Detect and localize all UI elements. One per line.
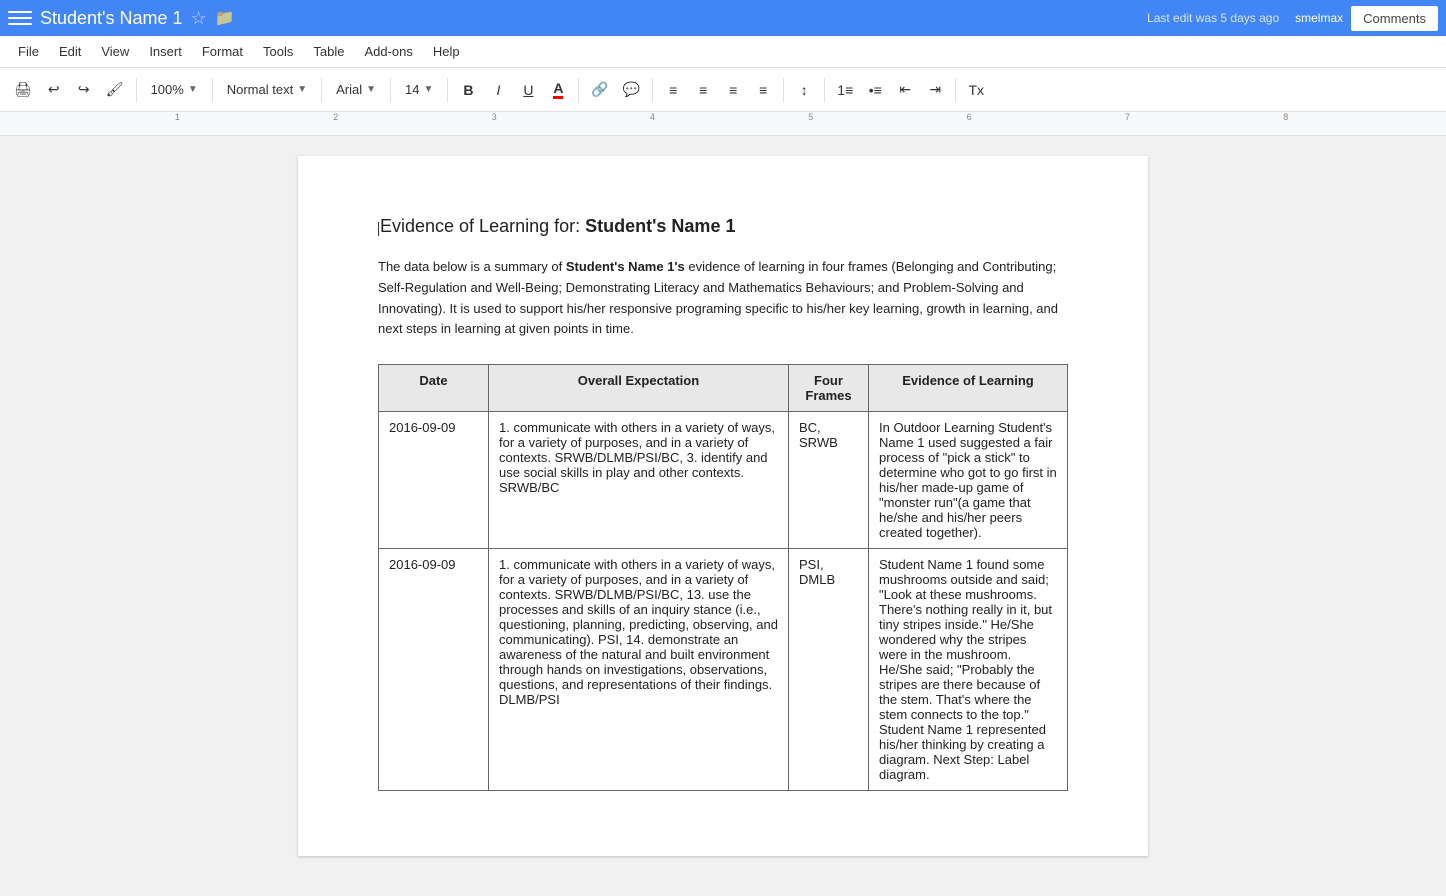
undo-button[interactable]: ↩ [40, 76, 68, 104]
fontsize-dropdown[interactable]: 14 ▼ [397, 76, 441, 104]
decrease-indent-button[interactable]: ⇤ [891, 76, 919, 104]
comments-button[interactable]: Comments [1351, 6, 1438, 31]
link-button[interactable]: 🔗 [585, 76, 614, 104]
zoom-caret: ▼ [188, 84, 198, 95]
row2-date: 2016-09-09 [379, 549, 489, 791]
menu-insert[interactable]: Insert [139, 40, 192, 63]
row1-frames: BC, SRWB [789, 412, 869, 549]
paint-format-button[interactable]: 🖌 [100, 76, 130, 104]
bullet-list-button[interactable]: •≡ [861, 76, 889, 104]
row1-expectation: 1. communicate with others in a variety … [489, 412, 789, 549]
divider-1 [136, 78, 137, 102]
ruler-inner: 1 2 3 4 5 6 7 8 [114, 112, 1332, 135]
text-color-button[interactable]: A [544, 76, 572, 104]
increase-indent-button[interactable]: ⇥ [921, 76, 949, 104]
divider-5 [447, 78, 448, 102]
title-area: Student's Name 1 ☆ 📁 [40, 8, 1147, 29]
heading-name: Student's Name 1 [585, 216, 735, 236]
header-expectation: Overall Expectation [489, 365, 789, 412]
align-center-button[interactable]: ≡ [689, 76, 717, 104]
folder-icon[interactable]: 📁 [215, 8, 235, 28]
hamburger-icon[interactable] [8, 6, 32, 30]
top-bar: Student's Name 1 ☆ 📁 Last edit was 5 day… [0, 0, 1446, 36]
page-container: Evidence of Learning for: Student's Name… [0, 136, 1446, 896]
menu-format[interactable]: Format [192, 40, 253, 63]
divider-2 [212, 78, 213, 102]
doc-title[interactable]: Student's Name 1 [40, 8, 183, 29]
divider-6 [578, 78, 579, 102]
style-caret: ▼ [297, 84, 307, 95]
divider-8 [783, 78, 784, 102]
underline-button[interactable]: U [514, 76, 542, 104]
menu-file[interactable]: File [8, 40, 49, 63]
ruler-mark-5: 5 [808, 112, 813, 122]
row2-frames: PSI, DMLB [789, 549, 869, 791]
numbered-list-button[interactable]: 1≡ [831, 76, 859, 104]
font-value: Arial [336, 82, 362, 97]
ruler-mark-3: 3 [492, 112, 497, 122]
row2-evidence: Student Name 1 found some mushrooms outs… [869, 549, 1068, 791]
align-right-button[interactable]: ≡ [719, 76, 747, 104]
user-info: smelmax [1295, 11, 1343, 25]
heading-prefix: Evidence of Learning for: [380, 216, 585, 236]
intro-bold: Student's Name 1's [566, 259, 685, 274]
menu-table[interactable]: Table [303, 40, 354, 63]
clear-formatting-button[interactable]: Tx [962, 76, 990, 104]
menu-addons[interactable]: Add-ons [354, 40, 422, 63]
divider-7 [652, 78, 653, 102]
header-evidence: Evidence of Learning [869, 365, 1068, 412]
ruler-mark-8: 8 [1283, 112, 1288, 122]
ruler-mark-6: 6 [967, 112, 972, 122]
zoom-dropdown[interactable]: 100% ▼ [143, 76, 206, 104]
font-dropdown[interactable]: Arial ▼ [328, 76, 384, 104]
table-row: 2016-09-09 1. communicate with others in… [379, 412, 1068, 549]
document-page[interactable]: Evidence of Learning for: Student's Name… [298, 156, 1148, 856]
bold-button[interactable]: B [454, 76, 482, 104]
header-date: Date [379, 365, 489, 412]
divider-10 [955, 78, 956, 102]
menu-tools[interactable]: Tools [253, 40, 303, 63]
intro-paragraph: The data below is a summary of Student's… [378, 257, 1068, 340]
fontsize-caret: ▼ [423, 84, 433, 95]
line-spacing-button[interactable]: ↕ [790, 76, 818, 104]
ruler-mark-2: 2 [333, 112, 338, 122]
comment-button[interactable]: 💬 [617, 76, 646, 104]
toolbar: 🖨 ↩ ↪ 🖌 100% ▼ Normal text ▼ Arial ▼ 14 … [0, 68, 1446, 112]
cursor-indicator [378, 222, 379, 236]
table-row: 2016-09-09 1. communicate with others in… [379, 549, 1068, 791]
document-heading: Evidence of Learning for: Student's Name… [378, 216, 1068, 237]
text-color-label: A [553, 80, 563, 99]
ruler: 1 2 3 4 5 6 7 8 [0, 112, 1446, 136]
last-edit: Last edit was 5 days ago [1147, 11, 1279, 25]
divider-3 [321, 78, 322, 102]
redo-button[interactable]: ↪ [70, 76, 98, 104]
intro-start: The data below is a summary of [378, 259, 566, 274]
align-justify-button[interactable]: ≡ [749, 76, 777, 104]
menu-view[interactable]: View [91, 40, 139, 63]
zoom-value: 100% [151, 82, 184, 97]
menu-help[interactable]: Help [423, 40, 470, 63]
font-caret: ▼ [366, 84, 376, 95]
ruler-mark-7: 7 [1125, 112, 1130, 122]
menu-bar: File Edit View Insert Format Tools Table… [0, 36, 1446, 68]
print-button[interactable]: 🖨 [8, 76, 38, 104]
ruler-mark-1: 1 [175, 112, 180, 122]
italic-button[interactable]: I [484, 76, 512, 104]
fontsize-value: 14 [405, 82, 419, 97]
divider-4 [390, 78, 391, 102]
divider-9 [824, 78, 825, 102]
table-header-row: Date Overall Expectation FourFrames Evid… [379, 365, 1068, 412]
row1-evidence: In Outdoor Learning Student's Name 1 use… [869, 412, 1068, 549]
star-icon[interactable]: ☆ [191, 8, 207, 29]
menu-edit[interactable]: Edit [49, 40, 91, 63]
ruler-mark-4: 4 [650, 112, 655, 122]
learning-table: Date Overall Expectation FourFrames Evid… [378, 364, 1068, 791]
row2-expectation: 1. communicate with others in a variety … [489, 549, 789, 791]
row1-date: 2016-09-09 [379, 412, 489, 549]
style-dropdown[interactable]: Normal text ▼ [219, 76, 315, 104]
align-left-button[interactable]: ≡ [659, 76, 687, 104]
style-value: Normal text [227, 82, 293, 97]
header-frames: FourFrames [789, 365, 869, 412]
